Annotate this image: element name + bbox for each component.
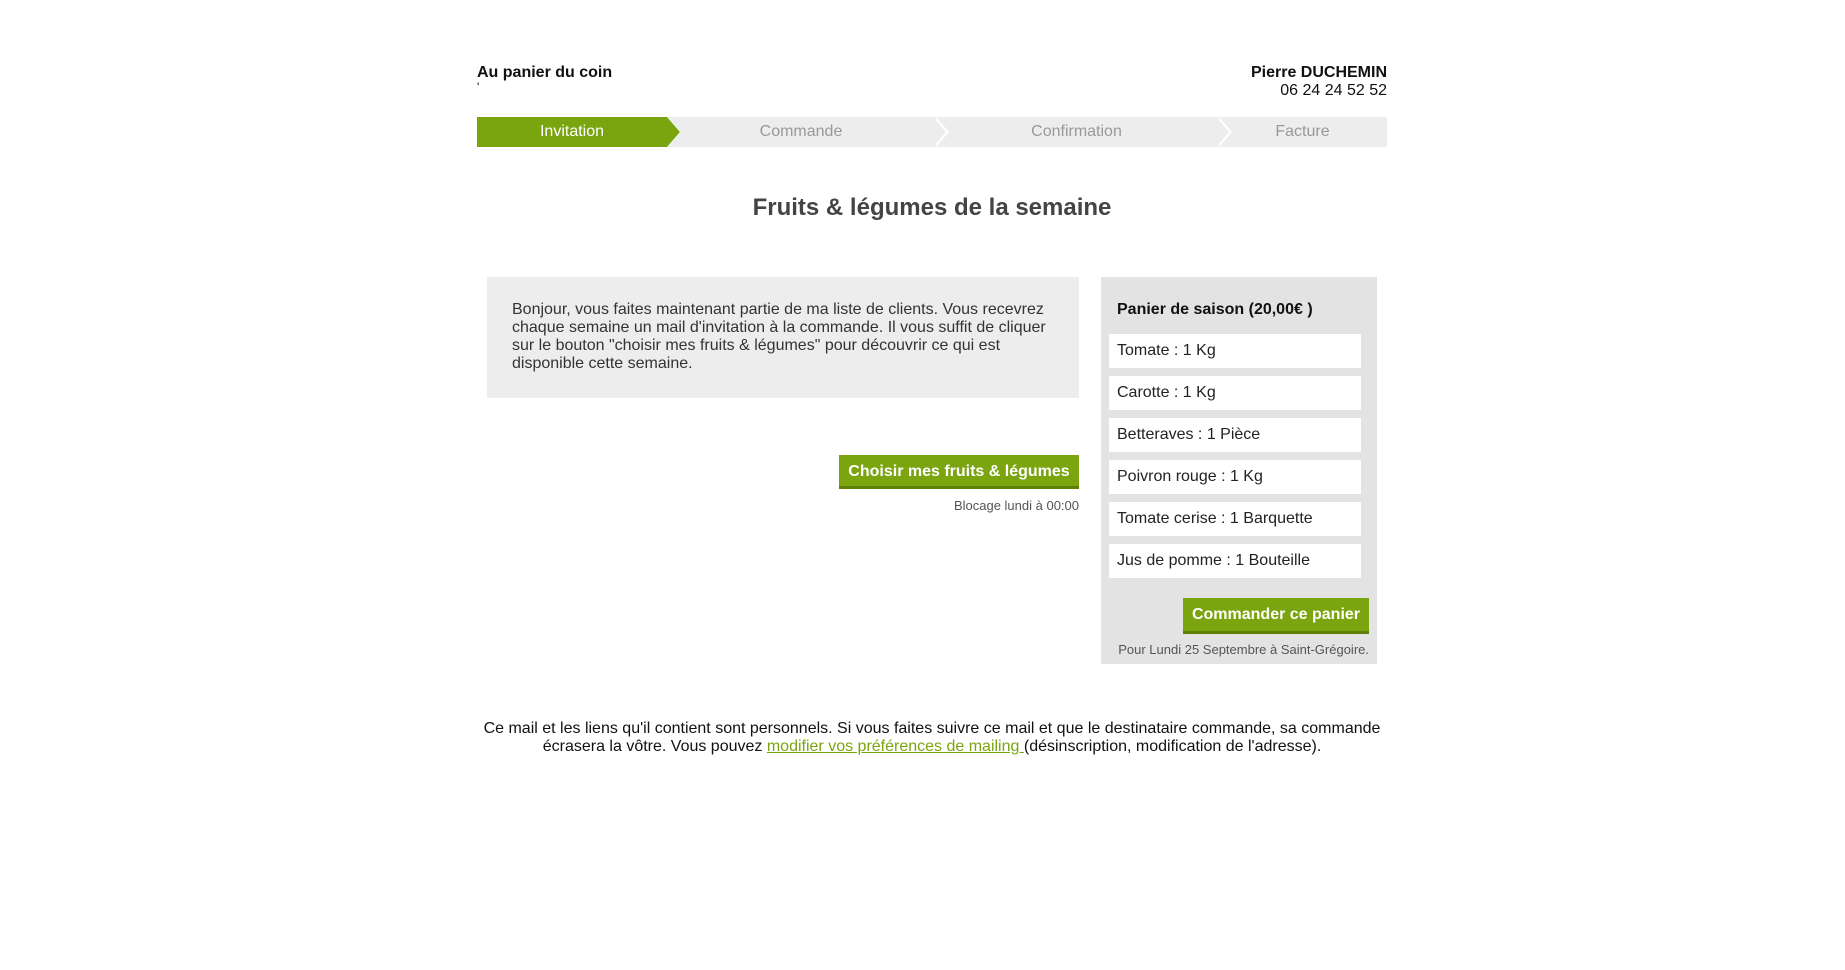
step-chevron <box>1216 117 1229 147</box>
order-delivery-note: Pour Lundi 25 Septembre à Saint-Grégoire… <box>1118 642 1369 657</box>
basket-item: Tomate cerise : 1 Barquette <box>1109 502 1361 536</box>
producer-name: Pierre DUCHEMIN <box>1250 64 1387 81</box>
basket-item: Tomate : 1 Kg <box>1109 334 1361 368</box>
shop-subtitle: ' <box>477 80 480 94</box>
basket-item: Carotte : 1 Kg <box>1109 376 1361 410</box>
shop-name: Au panier du coin <box>477 64 613 81</box>
basket-item: Betteraves : 1 Pièce <box>1109 418 1361 452</box>
footer-text-after: (désinscription, modification de l'adres… <box>1023 738 1322 755</box>
blocking-notice: Blocage lundi à 00:00 <box>953 498 1079 513</box>
producer-phone: 06 24 24 52 52 <box>1280 82 1387 99</box>
step-chevron <box>933 117 946 147</box>
intro-text: Bonjour, vous faites maintenant partie d… <box>512 301 1046 372</box>
basket-title: Panier de saison (20,00€ ) <box>1117 301 1313 318</box>
step-facture: Facture <box>1218 117 1387 147</box>
step-label: Confirmation <box>1031 123 1122 140</box>
step-label: Facture <box>1275 123 1330 140</box>
page-title: Fruits & légumes de la semaine <box>752 194 1112 221</box>
step-confirmation: Confirmation <box>935 117 1218 147</box>
producer-info: Pierre DUCHEMIN 06 24 24 52 52 <box>1251 64 1387 100</box>
header: Au panier du coin ' Pierre DUCHEMIN 06 2… <box>477 64 1387 104</box>
order-basket-button[interactable]: Commander ce panier <box>1183 598 1369 634</box>
basket-item: Jus de pomme : 1 Bouteille <box>1109 544 1361 578</box>
step-label: Commande <box>759 123 843 140</box>
intro-panel: Bonjour, vous faites maintenant partie d… <box>487 277 1079 398</box>
step-invitation: Invitation <box>477 117 667 147</box>
mailing-preferences-link[interactable]: modifier vos préférences de mailing <box>767 738 1024 755</box>
progress-steps: Invitation Commande Confirmation Facture <box>477 117 1387 147</box>
basket-item: Poivron rouge : 1 Kg <box>1109 460 1361 494</box>
footer-notice: Ce mail et les liens qu'il contient sont… <box>477 720 1387 756</box>
choose-products-button[interactable]: Choisir mes fruits & légumes <box>839 455 1079 489</box>
step-commande: Commande <box>667 117 935 147</box>
step-label: Invitation <box>539 123 605 140</box>
step-chevron <box>667 117 680 147</box>
seasonal-basket-panel: Panier de saison (20,00€ ) Tomate : 1 Kg… <box>1101 277 1377 664</box>
